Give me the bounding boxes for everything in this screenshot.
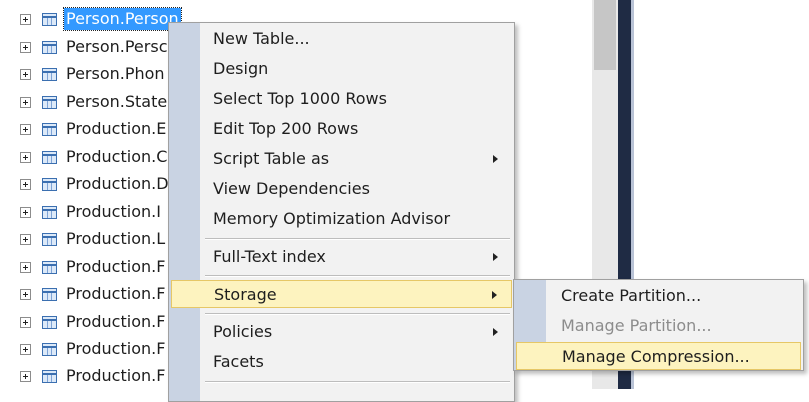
context-menu: New Table... Design Select Top 1000 Rows… — [168, 22, 515, 402]
table-icon — [42, 206, 57, 219]
expand-plus-icon[interactable] — [20, 207, 31, 218]
menu-item-label: Full-Text index — [213, 247, 326, 266]
menu-separator — [205, 275, 510, 277]
menu-separator — [205, 381, 510, 383]
expand-plus-icon[interactable] — [20, 42, 31, 53]
table-icon — [42, 123, 57, 136]
table-icon — [42, 178, 57, 191]
menu-item-design[interactable]: Design — [171, 55, 512, 83]
menu-item-facets[interactable]: Facets — [171, 348, 512, 376]
menu-item-storage[interactable]: Storage — [171, 280, 512, 308]
menu-item-policies[interactable]: Policies — [171, 318, 512, 346]
table-icon — [42, 68, 57, 81]
menu-item-label: Script Table as — [213, 149, 330, 168]
menu-item-create-partition[interactable]: Create Partition... — [516, 282, 801, 310]
menu-item-manage-partition: Manage Partition... — [516, 312, 801, 340]
table-icon — [42, 316, 57, 329]
menu-item-label: View Dependencies — [213, 179, 370, 198]
expand-plus-icon[interactable] — [20, 97, 31, 108]
tree-row-label[interactable]: Production.D — [66, 173, 169, 195]
menu-item-memory-optimization-advisor[interactable]: Memory Optimization Advisor — [171, 205, 512, 233]
menu-item-label: Design — [213, 59, 269, 78]
menu-item-label: Facets — [213, 352, 264, 371]
table-icon — [42, 151, 57, 164]
tree-row-label[interactable]: Production.C — [66, 146, 167, 168]
menu-item-label: Edit Top 200 Rows — [213, 119, 359, 138]
tree-row-label[interactable]: Person.Person — [63, 7, 182, 31]
menu-item-select-top-rows[interactable]: Select Top 1000 Rows — [171, 85, 512, 113]
menu-item-script-table-as[interactable]: Script Table as — [171, 145, 512, 173]
submenu-arrow-icon — [493, 253, 498, 261]
expand-plus-icon[interactable] — [20, 262, 31, 273]
expand-plus-icon[interactable] — [20, 14, 31, 25]
menu-item-label: Storage — [214, 285, 277, 304]
submenu-arrow-icon — [493, 155, 498, 163]
menu-item-view-dependencies[interactable]: View Dependencies — [171, 175, 512, 203]
menu-item-label: New Table... — [213, 29, 310, 48]
tree-row-label[interactable]: Production.E — [66, 118, 166, 140]
expand-plus-icon[interactable] — [20, 179, 31, 190]
menu-item-label: Manage Compression... — [562, 347, 750, 366]
menu-separator — [205, 238, 510, 240]
table-icon — [42, 370, 57, 383]
menu-item-label: Policies — [213, 322, 273, 341]
table-icon — [42, 261, 57, 274]
menu-item-label: Memory Optimization Advisor — [213, 209, 451, 228]
menu-separator — [205, 313, 510, 315]
expand-plus-icon[interactable] — [20, 152, 31, 163]
tree-row-label[interactable]: Production.F — [66, 338, 165, 360]
expand-plus-icon[interactable] — [20, 317, 31, 328]
scrollbar-thumb[interactable] — [594, 0, 616, 70]
table-icon — [42, 233, 57, 246]
menu-item-manage-compression[interactable]: Manage Compression... — [516, 342, 801, 370]
menu-item-label: Create Partition... — [561, 286, 702, 305]
expand-plus-icon[interactable] — [20, 69, 31, 80]
table-icon — [42, 13, 57, 26]
menu-item-label: Manage Partition... — [561, 316, 712, 335]
menu-item-new-table[interactable]: New Table... — [171, 25, 512, 53]
table-icon — [42, 96, 57, 109]
tree-row-label[interactable]: Production.L — [66, 228, 165, 250]
tree-row-label[interactable]: Person.Phon — [66, 63, 165, 85]
tree-row-label[interactable]: Production.F — [66, 283, 165, 305]
expand-plus-icon[interactable] — [20, 371, 31, 382]
tree-row-label[interactable]: Production.I — [66, 201, 161, 223]
menu-item-label: Select Top 1000 Rows — [213, 89, 387, 108]
table-icon — [42, 41, 57, 54]
tree-row-label[interactable]: Production.F — [66, 311, 165, 333]
storage-submenu: Create Partition... Manage Partition... … — [513, 279, 804, 371]
menu-item-full-text-index[interactable]: Full-Text index — [171, 243, 512, 271]
menu-item-edit-top-rows[interactable]: Edit Top 200 Rows — [171, 115, 512, 143]
submenu-arrow-icon — [493, 328, 498, 336]
tree-row-label[interactable]: Person.Persc — [66, 36, 167, 58]
expand-plus-icon[interactable] — [20, 289, 31, 300]
expand-plus-icon[interactable] — [20, 234, 31, 245]
table-icon — [42, 343, 57, 356]
tree-row-label[interactable]: Production.F — [66, 365, 165, 387]
tree-row-label[interactable]: Production.F — [66, 256, 165, 278]
tree-row-label[interactable]: Person.State — [66, 91, 167, 113]
submenu-arrow-icon — [492, 291, 497, 299]
expand-plus-icon[interactable] — [20, 124, 31, 135]
expand-plus-icon[interactable] — [20, 344, 31, 355]
table-icon — [42, 288, 57, 301]
